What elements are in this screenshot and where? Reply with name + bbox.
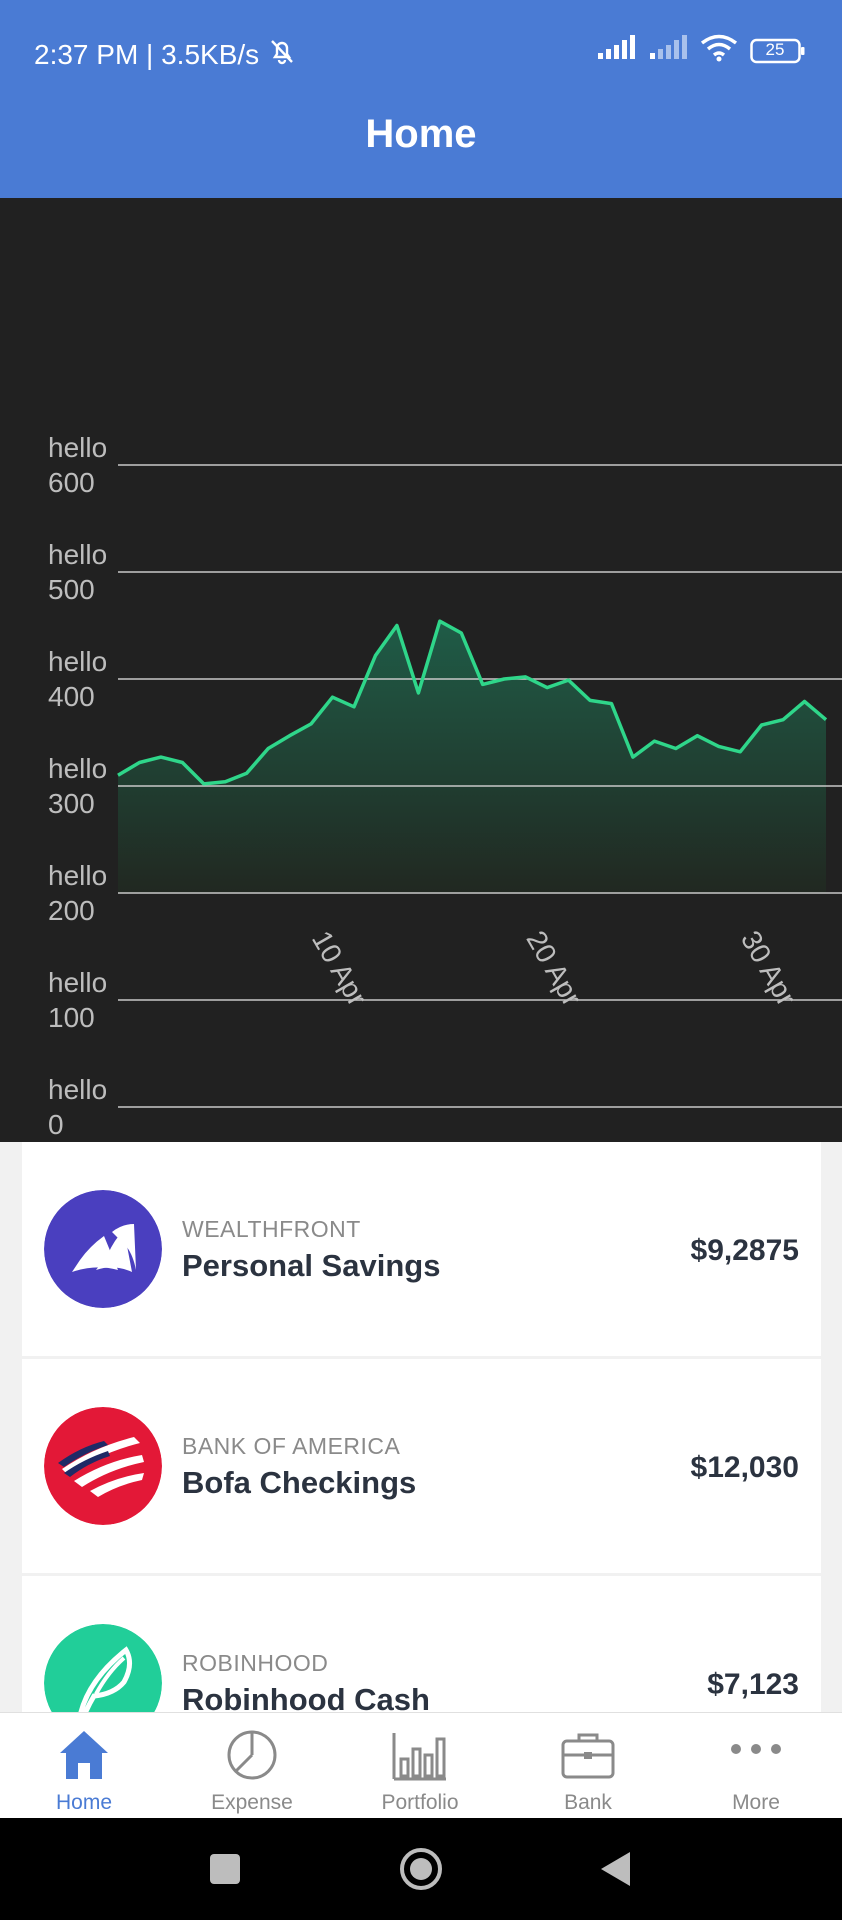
- y-tick-label: hello 500: [48, 539, 107, 605]
- briefcase-icon: [558, 1727, 618, 1783]
- tab-label: More: [732, 1791, 780, 1814]
- account-bank-name: WEALTHFRONT: [182, 1216, 361, 1242]
- tab-label: Home: [55, 1791, 113, 1814]
- back-button[interactable]: [601, 1852, 630, 1886]
- y-tick-label: hello 600: [48, 432, 107, 498]
- bottom-tab-bar: Home Expense Portfolio Bank More: [0, 1712, 842, 1818]
- wealthfront-logo-icon: [44, 1190, 162, 1308]
- y-tick-label: hello 400: [48, 646, 107, 712]
- home-nav-button[interactable]: [400, 1848, 442, 1890]
- account-name: Bofa Checkings: [182, 1465, 417, 1500]
- y-tick-label: hello 300: [48, 753, 107, 819]
- account-bank-name: BANK OF AMERICA: [182, 1433, 401, 1459]
- tab-home[interactable]: Home: [0, 1713, 168, 1819]
- tab-label: Expense: [211, 1791, 293, 1814]
- robinhood-logo-icon: [44, 1624, 162, 1712]
- account-card-bank-of-america[interactable]: BANK OF AMERICA Bofa Checkings $12,030: [22, 1359, 821, 1573]
- tab-label: Bank: [564, 1791, 612, 1814]
- y-tick-label: hello 0: [48, 1074, 107, 1140]
- account-amount: $9,2875: [690, 1234, 799, 1267]
- accounts-list[interactable]: WEALTHFRONT Personal Savings $9,2875 BAN…: [0, 1142, 842, 1712]
- more-icon: [726, 1727, 786, 1783]
- account-name: Personal Savings: [182, 1248, 441, 1283]
- status-left: 2:37 PM | 3.5KB/s: [34, 36, 297, 73]
- pie-chart-icon: [222, 1727, 282, 1783]
- x-tick-label: 20 Apr: [520, 926, 587, 1012]
- y-tick-label: hello 200: [48, 860, 107, 926]
- mute-notifications-icon: [267, 36, 297, 73]
- tab-label: Portfolio: [381, 1791, 459, 1814]
- status-right: 25: [596, 34, 806, 67]
- bar-chart-icon: [390, 1727, 450, 1783]
- account-bank-name: ROBINHOOD: [182, 1650, 329, 1676]
- x-tick-label: 30 Apr: [735, 926, 802, 1012]
- account-card-robinhood[interactable]: ROBINHOOD Robinhood Cash $7,123: [22, 1576, 821, 1712]
- page-title: Home: [365, 112, 477, 156]
- top-bar: 2:37 PM | 3.5KB/s 25 Home: [0, 0, 842, 198]
- battery-icon: 25: [750, 38, 806, 64]
- account-card-wealthfront[interactable]: WEALTHFRONT Personal Savings $9,2875: [22, 1142, 821, 1356]
- system-nav-bar: [0, 1818, 842, 1920]
- y-tick-label: hello 100: [48, 967, 107, 1033]
- battery-level: 25: [765, 39, 785, 59]
- signal-icon: [596, 35, 636, 66]
- tab-portfolio[interactable]: Portfolio: [336, 1713, 504, 1819]
- signal-weak-icon: [648, 35, 688, 66]
- balance-chart-svg: hello 600 hello 500 hello 400 hello 300 hello 200…: [48, 432, 842, 1140]
- tab-bank[interactable]: Bank: [504, 1713, 672, 1819]
- account-amount: $12,030: [690, 1451, 799, 1484]
- recents-button[interactable]: [210, 1854, 240, 1884]
- tab-expense[interactable]: Expense: [168, 1713, 336, 1819]
- status-time-speed: 2:37 PM | 3.5KB/s: [34, 38, 260, 70]
- x-tick-label: 10 Apr: [306, 926, 373, 1012]
- bank-of-america-logo-icon: [44, 1407, 162, 1525]
- status-bar: 2:37 PM | 3.5KB/s 25: [0, 0, 842, 105]
- wifi-icon: [700, 34, 738, 67]
- account-amount: $7,123: [707, 1668, 799, 1701]
- tab-more[interactable]: More: [672, 1713, 840, 1819]
- account-name: Robinhood Cash: [182, 1682, 430, 1712]
- home-icon: [54, 1727, 114, 1783]
- balance-chart: hello 600 hello 500 hello 400 hello 300 hello 200…: [0, 198, 842, 1142]
